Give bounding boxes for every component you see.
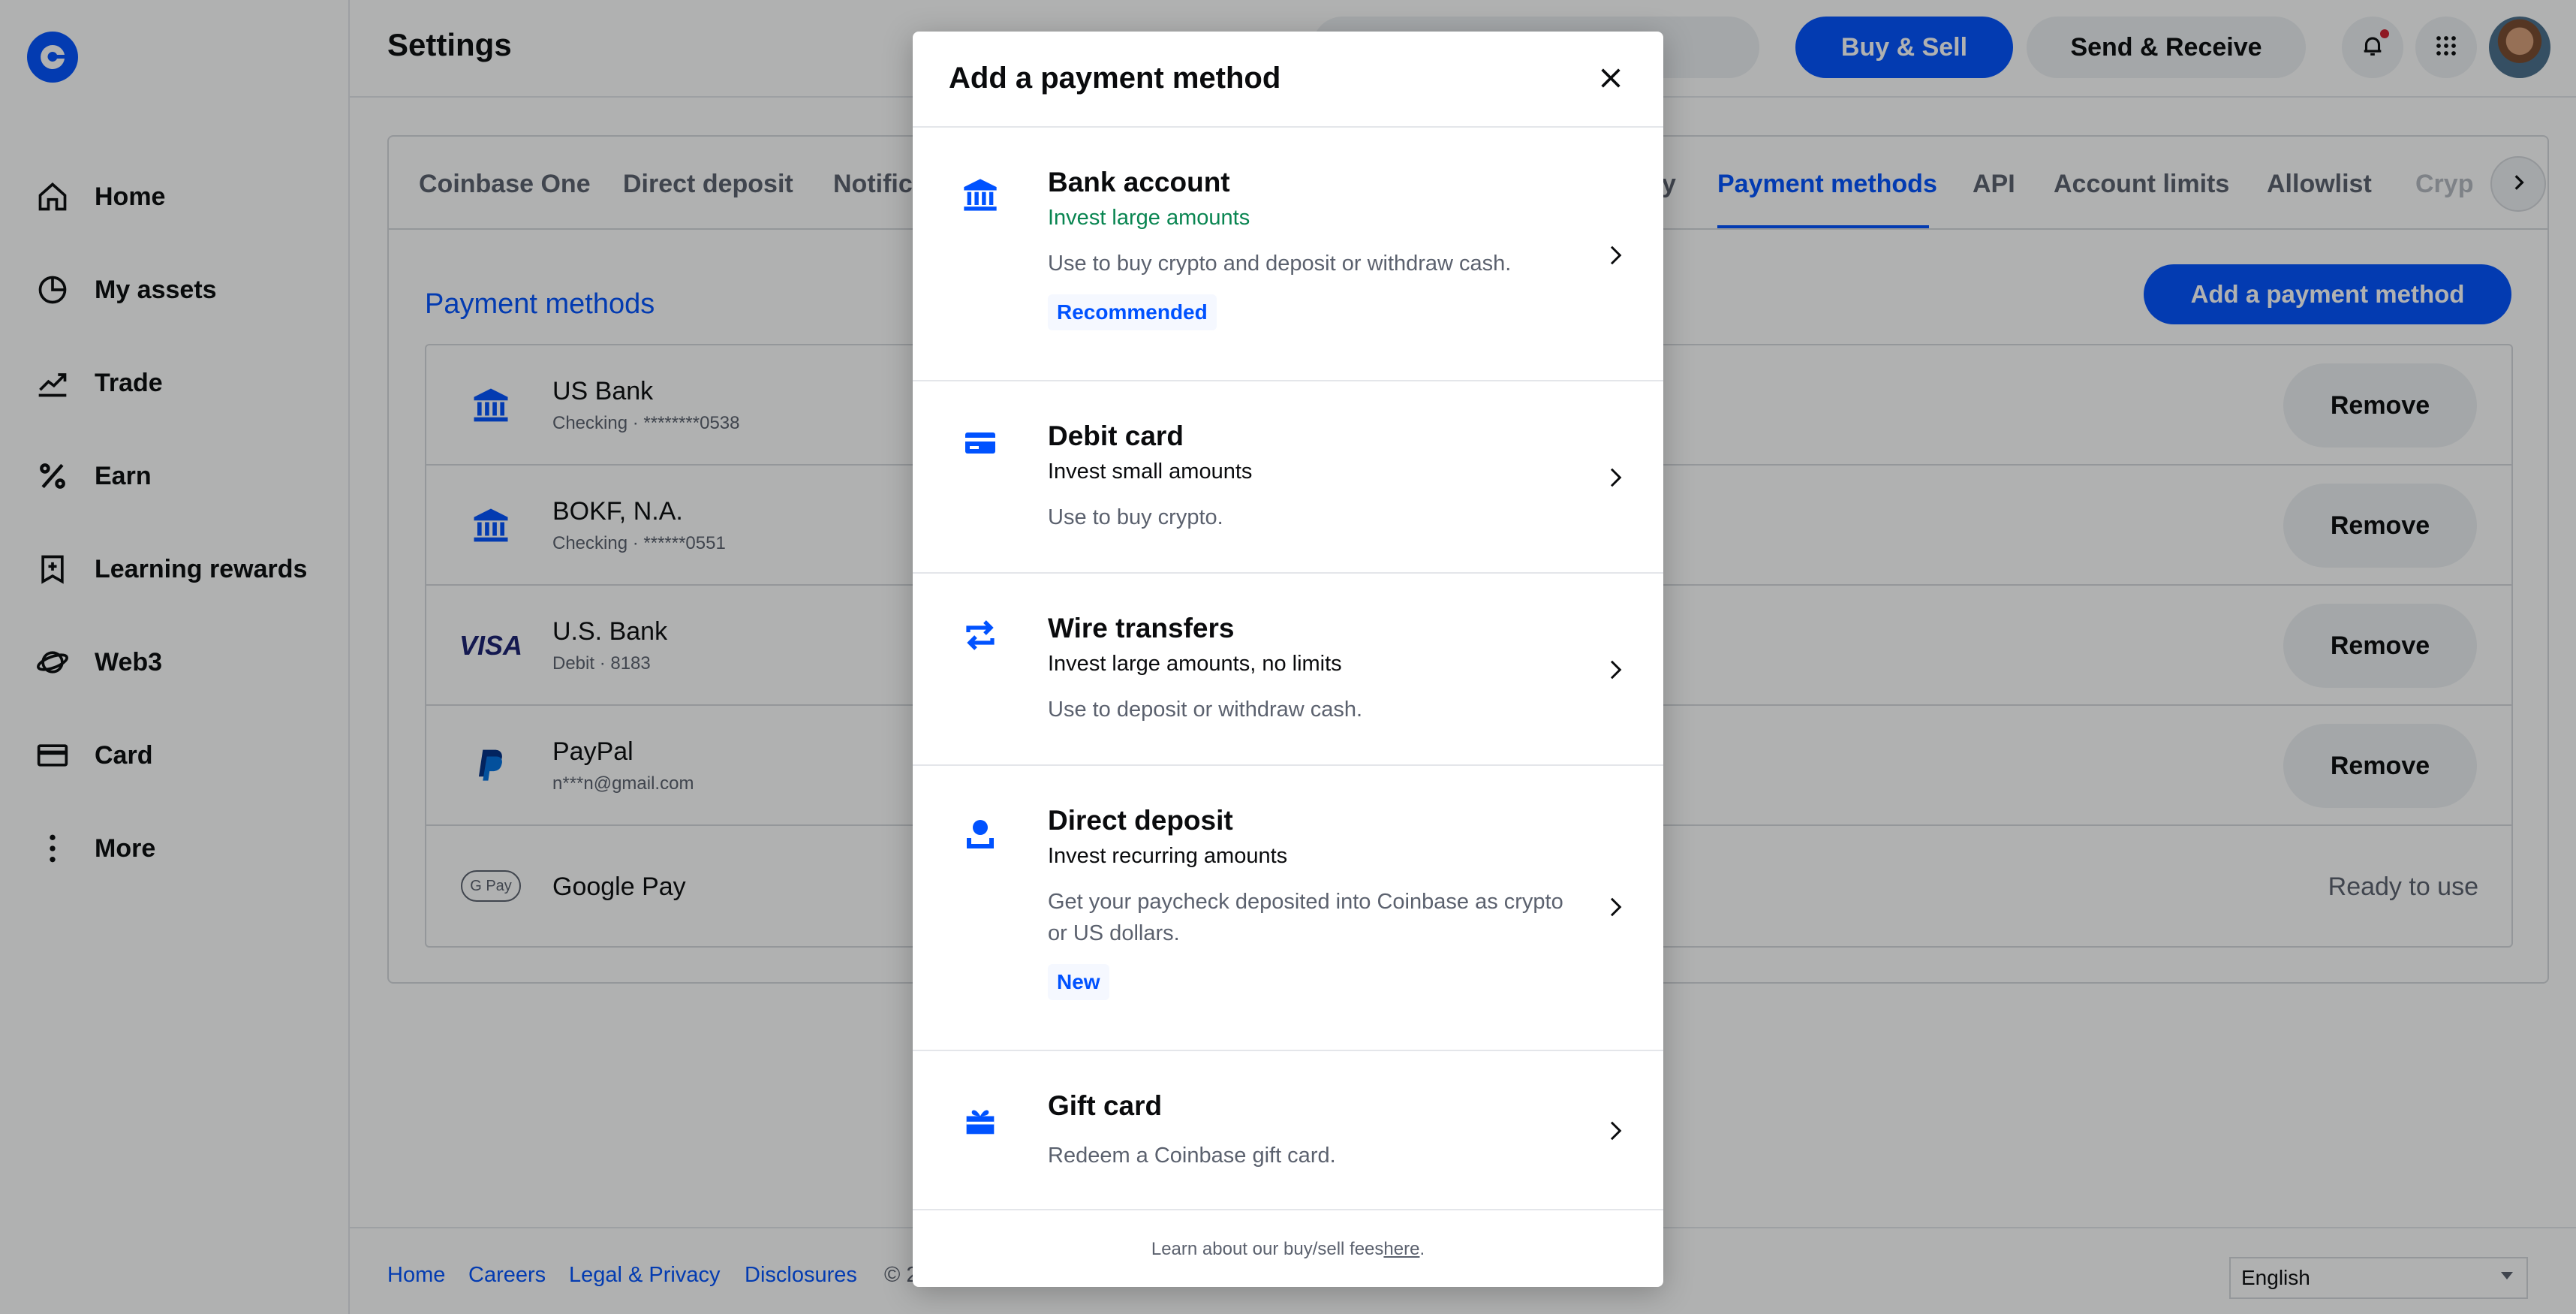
recommended-badge: Recommended bbox=[1048, 294, 1217, 330]
option-title: Bank account bbox=[1048, 167, 1230, 197]
new-badge: New bbox=[1048, 964, 1109, 1000]
option-bank-account[interactable]: Bank account Invest large amounts Use to… bbox=[913, 128, 1663, 381]
gift-icon bbox=[958, 1098, 1003, 1143]
option-title: Wire transfers bbox=[1048, 613, 1235, 643]
option-title: Debit card bbox=[1048, 420, 1184, 451]
fees-link[interactable]: here bbox=[1383, 1239, 1419, 1260]
modal-title: Add a payment method bbox=[949, 62, 1281, 95]
chevron-right-icon bbox=[1602, 894, 1629, 921]
chevron-right-icon bbox=[1602, 464, 1629, 491]
modal-footer: Learn about our buy/sell fees here. bbox=[913, 1212, 1663, 1287]
option-subtitle: Invest recurring amounts bbox=[1048, 844, 1288, 868]
chevron-right-icon bbox=[1602, 242, 1629, 269]
bank-icon bbox=[958, 173, 1003, 218]
option-title: Gift card bbox=[1048, 1090, 1163, 1121]
option-description: Redeem a Coinbase gift card. bbox=[1048, 1144, 1336, 1168]
option-subtitle: Invest large amounts bbox=[1048, 206, 1250, 230]
option-subtitle: Invest large amounts, no limits bbox=[1048, 652, 1342, 676]
option-description: Use to buy crypto and deposit or withdra… bbox=[1048, 252, 1512, 276]
option-title: Direct deposit bbox=[1048, 805, 1233, 836]
option-wire-transfers[interactable]: Wire transfers Invest large amounts, no … bbox=[913, 574, 1663, 766]
fees-text: Learn about our buy/sell fees bbox=[1151, 1239, 1384, 1259]
modal-header: Add a payment method bbox=[913, 32, 1663, 128]
direct-deposit-icon bbox=[958, 811, 1003, 856]
option-description: Use to buy crypto. bbox=[1048, 505, 1223, 529]
option-subtitle: Invest small amounts bbox=[1048, 460, 1253, 484]
option-description: Get your paycheck deposited into Coinbas… bbox=[1048, 890, 1563, 945]
chevron-right-icon bbox=[1602, 656, 1629, 683]
option-gift-card[interactable]: Gift card Redeem a Coinbase gift card. bbox=[913, 1051, 1663, 1210]
close-icon bbox=[1598, 65, 1624, 95]
close-button[interactable] bbox=[1593, 62, 1629, 98]
option-description: Use to deposit or withdraw cash. bbox=[1048, 698, 1363, 722]
add-payment-method-modal: Add a payment method Bank account Invest… bbox=[913, 32, 1663, 1287]
transfer-arrows-icon bbox=[958, 613, 1003, 658]
option-direct-deposit[interactable]: Direct deposit Invest recurring amounts … bbox=[913, 766, 1663, 1051]
fees-text-end: . bbox=[1419, 1239, 1425, 1259]
chevron-right-icon bbox=[1602, 1117, 1629, 1144]
debit-card-icon bbox=[958, 420, 1003, 466]
option-debit-card[interactable]: Debit card Invest small amounts Use to b… bbox=[913, 381, 1663, 574]
